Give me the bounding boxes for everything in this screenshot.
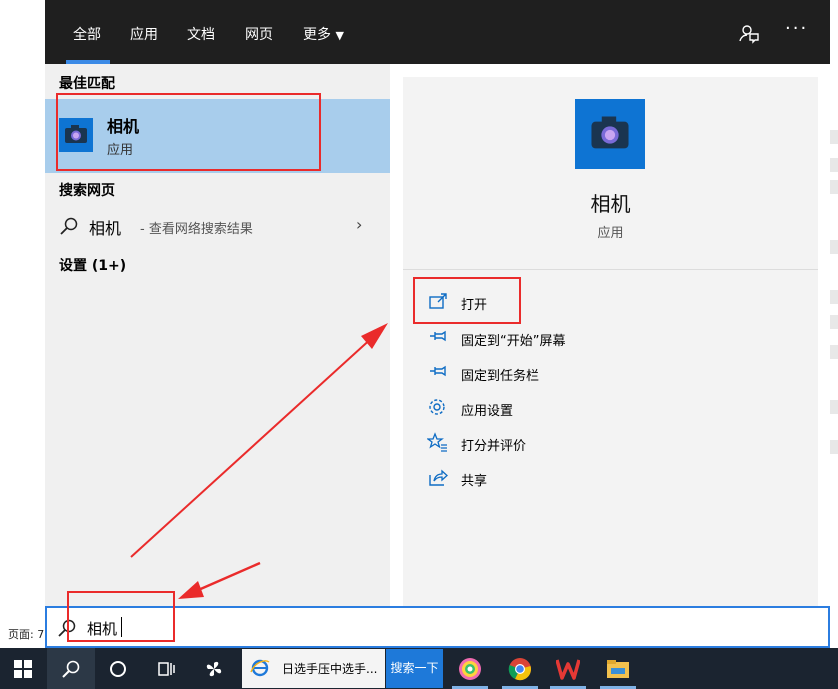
annotation-arrow-to-search	[178, 561, 261, 599]
annotation-arrow-to-open	[130, 323, 388, 558]
annotation-arrows	[130, 323, 388, 599]
